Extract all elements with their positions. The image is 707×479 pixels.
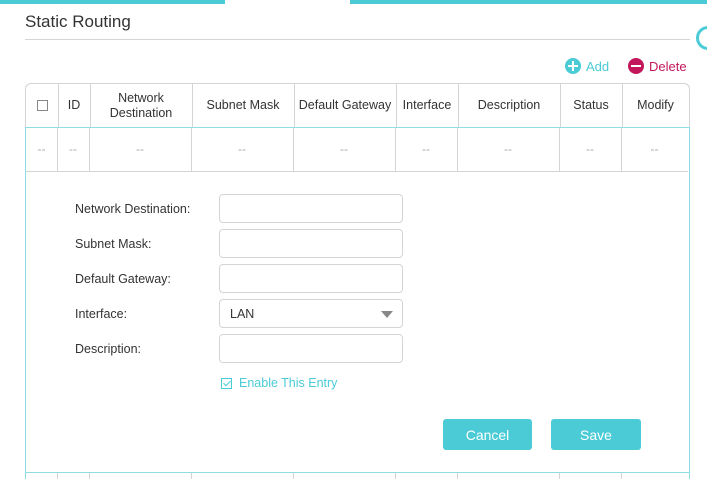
plus-circle-icon — [565, 58, 581, 74]
column-header-interface: Interface — [402, 98, 452, 112]
subnet-mask-label: Subnet Mask: — [75, 237, 152, 251]
minus-circle-icon — [628, 58, 644, 74]
page-title: Static Routing — [25, 12, 131, 31]
row-cell-id: -- — [69, 142, 77, 156]
row-cell-subnet-mask: -- — [238, 142, 246, 156]
column-header-description: Description — [477, 98, 541, 112]
row-cell-default-gateway: -- — [340, 142, 348, 156]
enable-entry-toggle[interactable]: Enable This Entry — [221, 376, 337, 390]
column-header-network-destination: Network Destination — [109, 90, 173, 120]
subnet-mask-input[interactable] — [219, 229, 403, 258]
delete-button-label: Delete — [649, 58, 687, 74]
row-cell-select: -- — [37, 142, 46, 156]
column-header-id: ID — [67, 98, 81, 112]
interface-label: Interface: — [75, 307, 128, 321]
row-cell-status: -- — [586, 142, 594, 156]
select-all-checkbox[interactable] — [36, 100, 48, 111]
edit-panel: -- -- -- -- -- -- -- -- -- Network Desti… — [25, 127, 690, 473]
cancel-button[interactable]: Cancel — [443, 419, 532, 450]
description-input[interactable] — [219, 334, 403, 363]
table-header: ID Network Destination Subnet Mask Defau… — [25, 83, 690, 127]
add-button-label: Add — [586, 58, 610, 74]
column-header-default-gateway: Default Gateway — [298, 98, 392, 112]
save-button[interactable]: Save — [551, 419, 641, 450]
table-next-row — [25, 473, 690, 479]
default-gateway-input[interactable] — [219, 264, 403, 293]
interface-selected-value: LAN — [230, 306, 255, 321]
enable-entry-checkbox[interactable] — [221, 377, 232, 389]
row-cell-network-destination: -- — [136, 142, 144, 156]
column-header-modify: Modify — [637, 98, 674, 112]
add-button[interactable]: Add — [565, 57, 609, 75]
row-cell-description: -- — [504, 142, 512, 156]
row-cell-interface: -- — [422, 142, 430, 156]
help-icon[interactable] — [696, 26, 707, 50]
row-cell-modify: -- — [650, 142, 659, 156]
default-gateway-label: Default Gateway: — [75, 272, 171, 286]
table-row: -- -- -- -- -- -- -- -- -- — [26, 128, 688, 172]
column-header-status: Status — [573, 98, 609, 112]
enable-entry-label: Enable This Entry — [239, 376, 338, 390]
network-destination-label: Network Destination: — [75, 202, 191, 216]
top-accent-bar-right — [350, 0, 707, 4]
delete-button[interactable]: Delete — [628, 57, 687, 75]
network-destination-input[interactable] — [219, 194, 403, 223]
top-accent-bar-left — [0, 0, 225, 4]
column-header-subnet-mask: Subnet Mask — [206, 98, 280, 112]
interface-select[interactable]: LAN — [219, 299, 403, 328]
select-all-cell — [26, 84, 58, 127]
description-label: Description: — [75, 342, 141, 356]
title-divider — [25, 39, 690, 40]
dropdown-arrow-icon — [381, 311, 393, 318]
